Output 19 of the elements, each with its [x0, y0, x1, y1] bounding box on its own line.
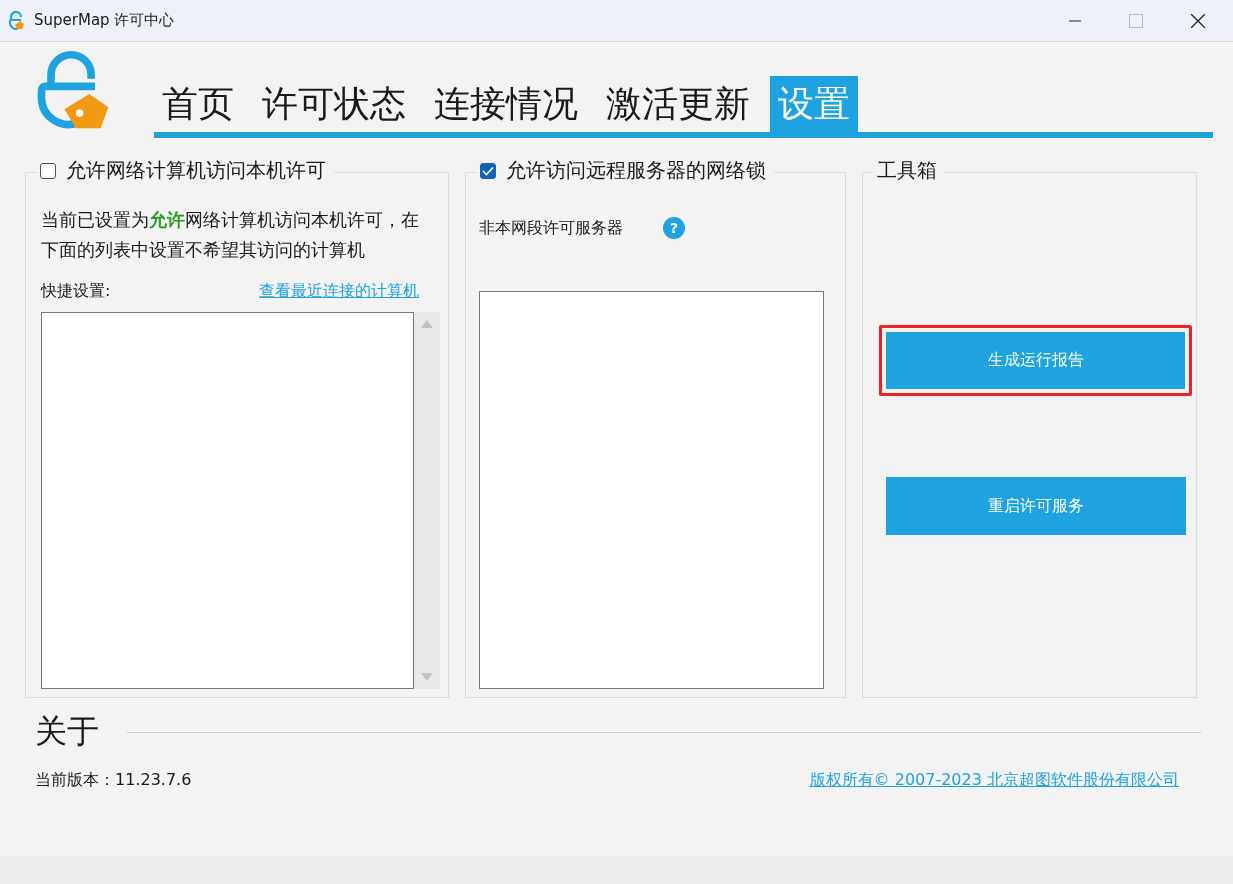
nav-tab[interactable]: 激活更新 [598, 76, 758, 132]
nav-tab[interactable]: 首页 [154, 76, 242, 132]
version-text: 当前版本：11.23.7.6 [35, 770, 192, 791]
scroll-down-icon[interactable] [421, 673, 434, 681]
computer-list[interactable] [41, 312, 415, 689]
scroll-up-icon[interactable] [421, 320, 434, 328]
padlock-tag-icon [6, 10, 26, 31]
maximize-icon[interactable] [1129, 13, 1143, 28]
window-title: SuperMap 许可中心 [34, 11, 175, 30]
checkmark-icon [482, 165, 494, 176]
quick-settings-label: 快捷设置: [41, 281, 111, 302]
servers-label: 非本网段许可服务器 [479, 217, 623, 239]
close-icon[interactable] [1191, 13, 1205, 28]
description-text: 当前已设置为允许网络计算机访问本机许可，在下面的列表中设置不希望其访问的计算机 [41, 209, 420, 262]
scrollbar[interactable] [414, 312, 440, 689]
nav-tab[interactable]: 连接情况 [426, 76, 586, 132]
about-title: 关于 [35, 711, 99, 752]
server-list[interactable] [479, 291, 824, 689]
nav-tab[interactable]: 许可状态 [254, 76, 414, 132]
